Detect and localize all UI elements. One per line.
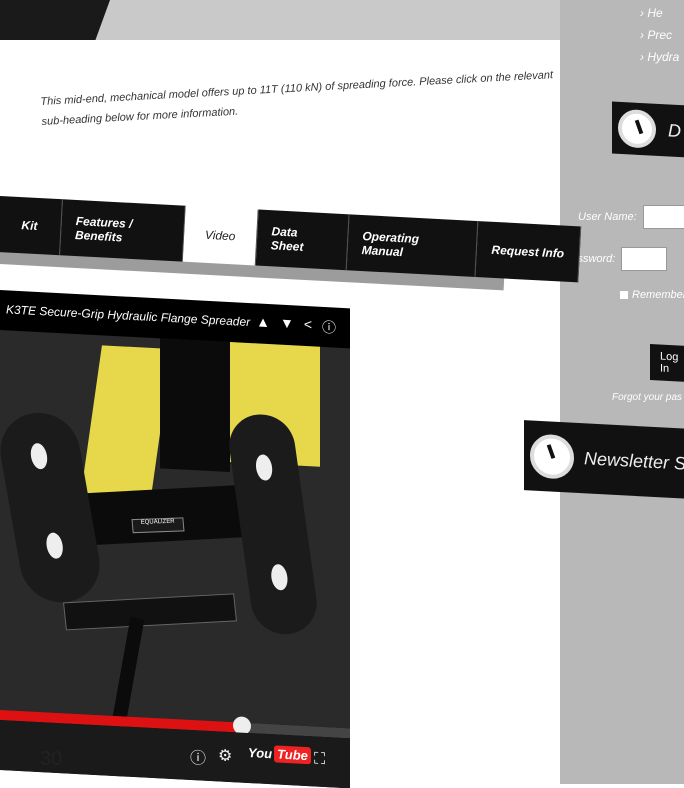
thumbs-down-icon[interactable]: ▼	[280, 315, 294, 336]
youtube-logo[interactable]: You Tube	[248, 744, 311, 765]
gear-icon[interactable]: ⚙	[218, 745, 232, 766]
sidebar-nav-item[interactable]: He	[640, 2, 679, 24]
clock-logo-icon	[618, 108, 656, 149]
video-title[interactable]: K3TE Secure-Grip Hydraulic Flange Spread…	[6, 302, 250, 329]
plate-hole	[28, 442, 50, 471]
sidebar-nav-item[interactable]: Hydra	[640, 46, 679, 68]
top-banner-dark	[0, 0, 110, 40]
login-form: User Name: Password: Remember	[564, 205, 684, 301]
share-icon[interactable]: <	[304, 316, 312, 336]
tab-kit[interactable]: Kit	[0, 196, 63, 256]
youtube-text: You	[248, 744, 273, 762]
username-row: User Name:	[578, 205, 684, 229]
sidebar-nav: He Prec Hydra	[640, 2, 679, 68]
spreader-column	[160, 338, 230, 473]
newsletter-title: Newsletter S	[584, 447, 684, 474]
forgot-password-link[interactable]: Forgot your pas	[612, 392, 682, 403]
sidebar-nav-item[interactable]: Prec	[640, 24, 679, 46]
plate-hole	[44, 531, 65, 560]
equalizer-label: EQUALIZER	[131, 517, 185, 534]
info-icon[interactable]: ⓘ	[190, 744, 206, 769]
fullscreen-icon[interactable]: ⛶	[314, 750, 325, 769]
thumbs-up-icon[interactable]: ▲	[256, 313, 270, 334]
clock-logo-icon	[530, 433, 574, 480]
login-widget-title: D	[668, 119, 681, 141]
spec-label-plate	[63, 593, 237, 631]
tab-operating-manual[interactable]: Operating Manual	[346, 214, 479, 277]
newsletter-widget-header: Newsletter S	[524, 420, 684, 500]
tab-features-benefits[interactable]: Features / Benefits	[59, 199, 186, 262]
login-button[interactable]: Log In	[650, 343, 684, 383]
plate-hole	[269, 563, 290, 591]
video-player[interactable]: K3TE Secure-Grip Hydraulic Flange Spread…	[0, 290, 350, 788]
info-icon[interactable]: ⓘ	[322, 317, 336, 338]
remember-label: Remember	[632, 289, 684, 301]
tab-data-sheet[interactable]: Data Sheet	[255, 209, 350, 271]
video-top-icons: ▲ ▼ < ⓘ	[256, 313, 336, 337]
username-label: User Name:	[578, 211, 637, 223]
tab-video[interactable]: Video	[182, 205, 259, 266]
youtube-tube: Tube	[274, 745, 311, 765]
password-input[interactable]	[621, 247, 668, 271]
remember-checkbox[interactable]	[620, 291, 628, 299]
page-number: 30	[40, 748, 63, 770]
plate-hole	[254, 453, 274, 482]
video-frame: EQUALIZER	[0, 330, 350, 737]
remember-row: Remember	[620, 289, 684, 301]
login-widget-header: D	[612, 101, 684, 159]
username-input[interactable]	[642, 205, 684, 229]
tab-request-info[interactable]: Request Info	[475, 221, 582, 283]
password-row: Password:	[564, 247, 684, 271]
